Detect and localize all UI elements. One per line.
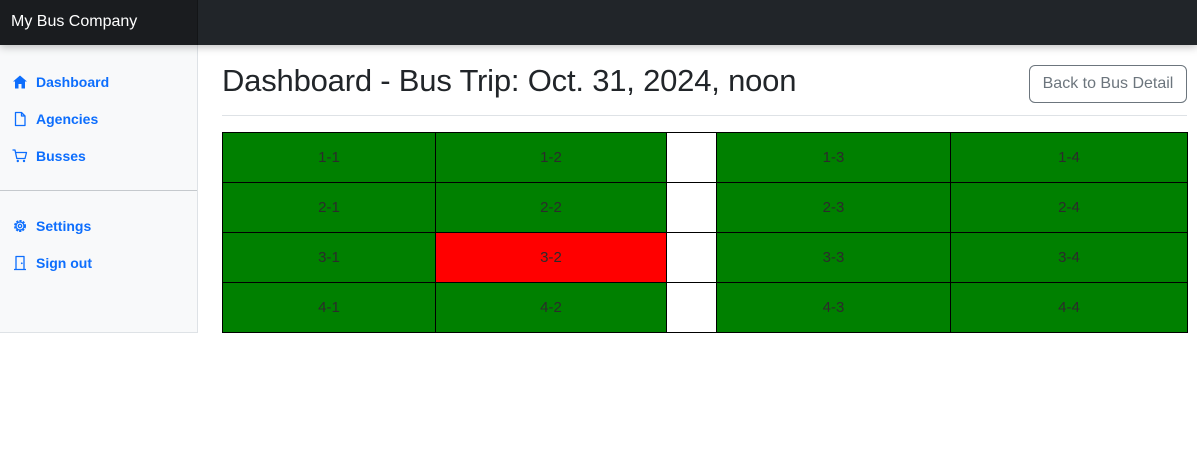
seat-available[interactable]: 1-3 <box>716 132 951 183</box>
seat-available[interactable]: 3-4 <box>950 232 1188 283</box>
aisle <box>666 182 717 233</box>
sidebar-secondary-nav: Settings Sign out <box>0 207 197 281</box>
sidebar-item-label: Dashboard <box>36 73 110 90</box>
sidebar-item-label: Settings <box>36 217 92 234</box>
sidebar-divider <box>0 190 197 191</box>
sidebar-item-label: Busses <box>36 147 86 164</box>
seat-available[interactable]: 1-4 <box>950 132 1188 183</box>
aisle <box>666 132 717 183</box>
sidebar-item-sign-out[interactable]: Sign out <box>0 244 197 281</box>
seat-map: 1-1 1-2 1-3 1-4 2-1 2-2 2-3 2-4 3-1 3-2 3-3 3-4 4-1 4… <box>222 132 1188 333</box>
page-header: Dashboard - Bus Trip: Oct. 31, 2024, noo… <box>222 45 1187 116</box>
cart-icon <box>12 148 28 164</box>
sidebar-item-dashboard[interactable]: Dashboard <box>0 63 197 100</box>
sidebar-item-label: Agencies <box>36 110 99 127</box>
seat-available[interactable]: 2-3 <box>716 182 951 233</box>
sidebar-item-settings[interactable]: Settings <box>0 207 197 244</box>
seat-row: 1-1 1-2 1-3 1-4 <box>222 132 1188 183</box>
seat-available[interactable]: 1-1 <box>222 132 436 183</box>
home-icon <box>12 74 28 90</box>
seat-available[interactable]: 2-2 <box>435 182 667 233</box>
seat-available[interactable]: 4-3 <box>716 282 951 333</box>
seat-row: 3-1 3-2 3-3 3-4 <box>222 232 1188 283</box>
gear-icon <box>12 218 28 234</box>
file-icon <box>12 111 28 127</box>
sidebar: Dashboard Agencies Busses Settings Sign … <box>0 45 198 333</box>
seat-taken[interactable]: 3-2 <box>435 232 667 283</box>
seat-available[interactable]: 2-4 <box>950 182 1188 233</box>
aisle <box>666 282 717 333</box>
seat-available[interactable]: 4-4 <box>950 282 1188 333</box>
seat-row: 4-1 4-2 4-3 4-4 <box>222 282 1188 333</box>
sidebar-primary-nav: Dashboard Agencies Busses <box>0 45 197 174</box>
aisle <box>666 232 717 283</box>
page-title: Dashboard - Bus Trip: Oct. 31, 2024, noo… <box>222 63 797 98</box>
seat-available[interactable]: 4-1 <box>222 282 436 333</box>
main-content: Dashboard - Bus Trip: Oct. 31, 2024, noo… <box>222 45 1188 333</box>
seat-available[interactable]: 1-2 <box>435 132 667 183</box>
seat-available[interactable]: 4-2 <box>435 282 667 333</box>
sidebar-item-label: Sign out <box>36 254 92 271</box>
sidebar-item-agencies[interactable]: Agencies <box>0 100 197 137</box>
top-navbar: My Bus Company <box>0 0 1197 45</box>
seat-available[interactable]: 3-1 <box>222 232 436 283</box>
seat-available[interactable]: 3-3 <box>716 232 951 283</box>
brand-link[interactable]: My Bus Company <box>0 0 198 45</box>
seat-row: 2-1 2-2 2-3 2-4 <box>222 182 1188 233</box>
sidebar-item-busses[interactable]: Busses <box>0 137 197 174</box>
back-to-bus-detail-button[interactable]: Back to Bus Detail <box>1029 65 1187 103</box>
seat-available[interactable]: 2-1 <box>222 182 436 233</box>
door-icon <box>12 255 28 271</box>
